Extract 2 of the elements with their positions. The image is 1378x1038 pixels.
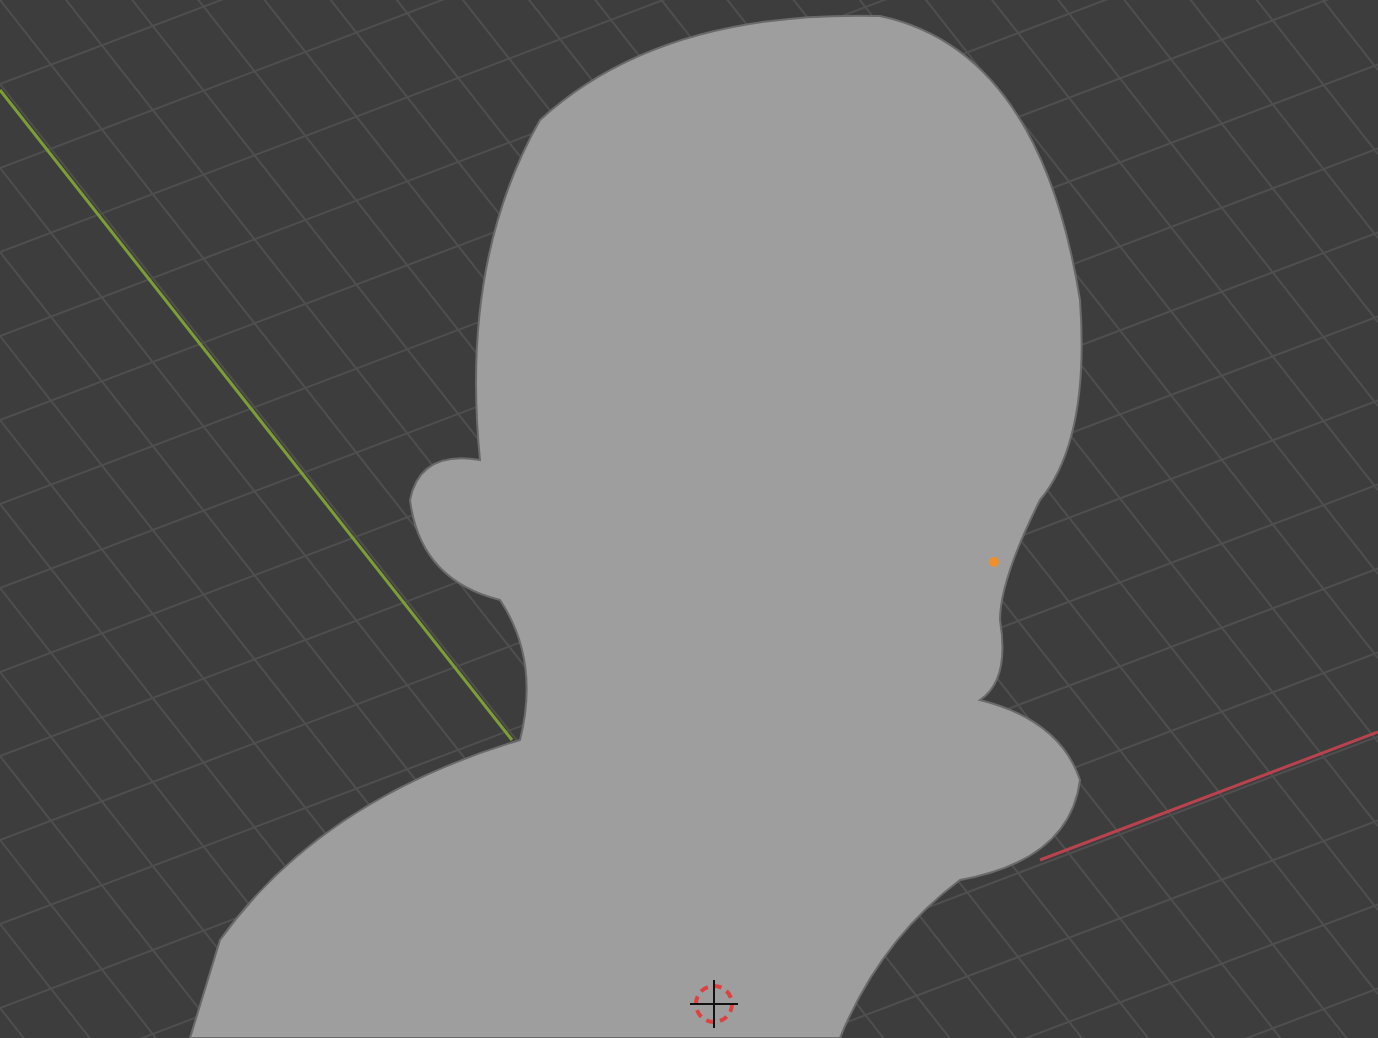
3d-cursor-icon[interactable] — [689, 979, 739, 1029]
origin-point-icon — [989, 557, 999, 567]
